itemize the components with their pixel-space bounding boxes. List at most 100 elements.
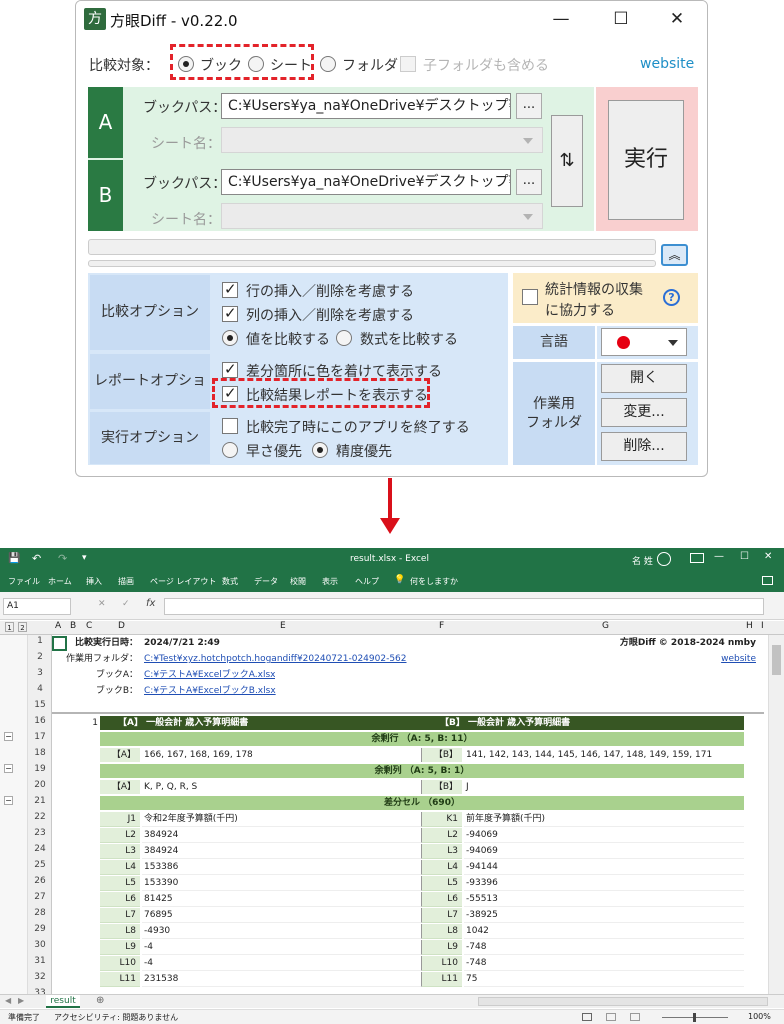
ribbon-display-icon[interactable] — [690, 553, 704, 563]
outline-collapse-row19[interactable]: − — [4, 764, 13, 773]
row-header[interactable]: 23 — [28, 828, 52, 838]
maximize-icon[interactable]: ☐ — [740, 551, 749, 562]
book-path-input-b[interactable]: C:¥Users¥ya_na¥OneDrive¥デスクトップ¥★M — [221, 169, 511, 195]
tab-scroll-left-icon[interactable]: ◀ — [5, 996, 11, 1005]
website-link[interactable]: website — [700, 652, 756, 666]
color-diff-checkbox[interactable] — [222, 360, 238, 378]
col-header-i[interactable]: I — [761, 621, 764, 631]
col-header-e[interactable]: E — [280, 621, 286, 631]
browse-button-a[interactable]: ... — [516, 93, 542, 119]
save-icon[interactable]: 💾 — [8, 553, 20, 564]
row-header[interactable]: 20 — [28, 780, 52, 790]
confirm-entry-icon[interactable]: ✓ — [122, 599, 130, 609]
maximize-button[interactable]: ☐ — [606, 7, 636, 31]
outline-level-2-button[interactable]: 2 — [18, 622, 27, 632]
sheet-name-combo-b[interactable] — [221, 203, 543, 229]
compare-formulas-radio[interactable] — [336, 330, 352, 346]
speed-priority-radio[interactable] — [222, 442, 238, 458]
include-subfolders-checkbox[interactable] — [400, 56, 416, 72]
stats-checkbox[interactable] — [522, 289, 538, 305]
menu-data[interactable]: データ — [254, 576, 278, 587]
help-icon[interactable]: ? — [663, 289, 680, 306]
minimize-button[interactable]: — — [546, 7, 576, 31]
insert-cols-checkbox[interactable] — [222, 304, 238, 322]
redo-icon[interactable]: ↷ — [58, 552, 67, 565]
row-header[interactable]: 27 — [28, 892, 52, 902]
swap-settings-button[interactable]: ⇅ — [551, 115, 583, 207]
delete-folder-button[interactable]: 削除... — [601, 432, 687, 461]
row-header[interactable]: 31 — [28, 956, 52, 966]
formula-input[interactable] — [164, 598, 764, 615]
row-header[interactable]: 32 — [28, 972, 52, 982]
row-header[interactable]: 30 — [28, 940, 52, 950]
browse-button-b[interactable]: ... — [516, 169, 542, 195]
row-header[interactable]: 19 — [28, 764, 52, 774]
vertical-scrollbar[interactable] — [768, 635, 784, 994]
minimize-icon[interactable]: — — [714, 551, 724, 562]
menu-review[interactable]: 校閲 — [290, 576, 306, 587]
menu-draw[interactable]: 描画 — [118, 576, 134, 587]
run-button[interactable]: 実行 — [608, 100, 684, 220]
col-header-f[interactable]: F — [439, 621, 444, 631]
zoom-slider-thumb[interactable] — [693, 1013, 696, 1022]
menu-help[interactable]: ヘルプ — [355, 576, 379, 587]
undo-icon[interactable]: ↶ — [32, 552, 41, 565]
col-header-b[interactable]: B — [70, 621, 76, 631]
menu-view[interactable]: 表示 — [322, 576, 338, 587]
workfolder-link[interactable]: C:¥Test¥xyz.hotchpotch.hogandiff¥2024072… — [144, 652, 407, 666]
row-header[interactable]: 24 — [28, 844, 52, 854]
book-b-link[interactable]: C:¥テストA¥ExcelブックB.xlsx — [144, 684, 276, 698]
close-icon[interactable]: ✕ — [764, 551, 772, 562]
radio-book[interactable] — [178, 56, 194, 72]
qat-customize-icon[interactable]: ▾ — [82, 553, 87, 563]
row-header[interactable]: 25 — [28, 860, 52, 870]
menu-file[interactable]: ファイル — [8, 576, 40, 587]
radio-folder[interactable] — [320, 56, 336, 72]
outline-level-1-button[interactable]: 1 — [5, 622, 14, 632]
menu-page-layout[interactable]: ページ レイアウト — [150, 576, 216, 587]
accessibility-status[interactable]: アクセシビリティ: 問題ありません — [54, 1012, 178, 1023]
change-folder-button[interactable]: 変更... — [601, 398, 687, 427]
comments-icon[interactable] — [762, 576, 773, 585]
add-sheet-icon[interactable]: ⊕ — [96, 995, 104, 1006]
col-header-c[interactable]: C — [86, 621, 92, 631]
row-header[interactable]: 2 — [28, 652, 52, 662]
zoom-level[interactable]: 100% — [748, 1012, 771, 1021]
name-box[interactable]: A1 — [3, 598, 71, 615]
user-avatar-icon[interactable] — [657, 552, 671, 566]
selected-cell-a1[interactable] — [52, 636, 67, 651]
language-select[interactable] — [601, 328, 687, 356]
book-a-link[interactable]: C:¥テストA¥ExcelブックA.xlsx — [144, 668, 275, 682]
accuracy-priority-radio[interactable] — [312, 442, 328, 458]
normal-view-icon[interactable] — [582, 1013, 592, 1021]
compare-values-radio[interactable] — [222, 330, 238, 346]
tell-me-search[interactable]: 何をしますか — [410, 576, 458, 587]
col-header-h[interactable]: H — [746, 621, 753, 631]
book-path-input-a[interactable]: C:¥Users¥ya_na¥OneDrive¥デスクトップ¥★M — [221, 93, 511, 119]
menu-formulas[interactable]: 数式 — [222, 576, 238, 587]
col-header-d[interactable]: D — [118, 621, 125, 631]
exit-after-checkbox[interactable] — [222, 418, 238, 434]
row-header[interactable]: 15 — [28, 700, 52, 710]
row-header[interactable]: 29 — [28, 924, 52, 934]
page-layout-view-icon[interactable] — [606, 1013, 616, 1021]
open-folder-button[interactable]: 開く — [601, 364, 687, 393]
row-header[interactable]: 4 — [28, 684, 52, 694]
col-header-g[interactable]: G — [602, 621, 609, 631]
row-header[interactable]: 22 — [28, 812, 52, 822]
tab-scroll-right-icon[interactable]: ▶ — [18, 996, 24, 1005]
row-header[interactable]: 17 — [28, 732, 52, 742]
insert-function-icon[interactable]: fx — [146, 598, 155, 609]
row-header[interactable]: 21 — [28, 796, 52, 806]
row-header[interactable]: 18 — [28, 748, 52, 758]
col-header-a[interactable]: A — [55, 621, 61, 631]
collapse-button[interactable]: ︽ — [661, 244, 688, 266]
vertical-scroll-thumb[interactable] — [772, 645, 781, 675]
menu-home[interactable]: ホーム — [48, 576, 72, 587]
row-header[interactable]: 16 — [28, 716, 52, 726]
horizontal-scrollbar[interactable] — [478, 997, 768, 1006]
row-header[interactable]: 26 — [28, 876, 52, 886]
row-header[interactable]: 28 — [28, 908, 52, 918]
row-header[interactable]: 1 — [28, 636, 52, 646]
sheet-tab-result[interactable]: result — [46, 995, 80, 1008]
